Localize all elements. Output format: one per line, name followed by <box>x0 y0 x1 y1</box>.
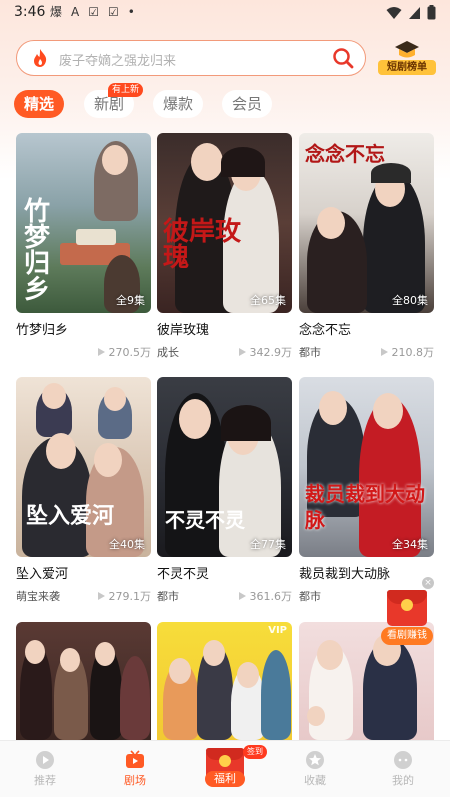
episode-count: 全40集 <box>109 538 145 551</box>
episode-count: 全65集 <box>250 294 286 307</box>
coin-icon <box>219 755 231 767</box>
tab-featured[interactable]: 精选 <box>14 90 64 118</box>
view-count-value: 210.8万 <box>391 346 435 359</box>
view-count: 210.8万 <box>380 344 435 360</box>
view-count: 279.1万 <box>97 588 152 604</box>
tab-vip[interactable]: 会员 <box>222 90 272 118</box>
search-input[interactable]: 废子夺嫡之强龙归来 <box>59 50 176 69</box>
view-count-value: 270.5万 <box>108 346 152 359</box>
drama-title[interactable]: 裁员裁到大动脉 <box>299 563 390 582</box>
nav-label: 我的 <box>392 774 414 787</box>
episode-count: 全34集 <box>392 538 428 551</box>
drama-card[interactable]: 竹梦归乡 全9集 竹梦归乡 270.5万 <box>16 133 152 360</box>
drama-title[interactable]: 竹梦归乡 <box>16 319 68 338</box>
drama-poster[interactable]: 裁员裁到大动脉 全34集 <box>299 377 434 557</box>
drama-tag: 萌宝来袭 <box>16 590 60 603</box>
checkin-badge: 签到 <box>243 745 267 759</box>
system-icons <box>386 5 436 20</box>
drama-ranking-label: 短剧榜单 <box>378 60 436 75</box>
drama-poster[interactable]: 竹梦归乡 全9集 <box>16 133 151 313</box>
view-count-value: 342.9万 <box>249 346 293 359</box>
drama-poster[interactable] <box>16 622 151 740</box>
drama-poster[interactable]: 不灵不灵 全77集 <box>157 377 292 557</box>
red-envelope-icon[interactable] <box>387 590 427 626</box>
drama-poster[interactable]: VIP <box>157 622 292 740</box>
poster-title: 竹梦归乡 <box>24 197 51 305</box>
nav-label: 收藏 <box>304 774 326 787</box>
status-time: 3:46 <box>14 4 46 20</box>
drama-title[interactable]: 彼岸玫瑰 <box>157 319 209 338</box>
nav-welfare[interactable]: 福利 <box>205 771 245 787</box>
notification-icon: A <box>71 5 80 19</box>
tv-icon <box>126 750 144 768</box>
drama-card[interactable]: 念念不忘 全80集 念念不忘 都市 210.8万 <box>299 133 435 360</box>
new-drama-badge: 有上新 <box>108 83 144 97</box>
nav-label: 推荐 <box>34 774 56 787</box>
drama-title[interactable]: 坠入爱河 <box>16 563 68 582</box>
search-icon[interactable] <box>332 47 354 69</box>
drama-card[interactable]: 彼岸玫瑰 全65集 彼岸玫瑰 成长 342.9万 <box>157 133 293 360</box>
notification-icon: ☑ <box>108 5 119 19</box>
drama-card[interactable]: 裁员裁到大动脉 全34集 裁员裁到大动脉 都市 <box>299 377 434 603</box>
nav-recommend[interactable]: 推荐 <box>5 741 85 797</box>
drama-card[interactable]: 不灵不灵 全77集 不灵不灵 都市 361.6万 <box>157 377 293 604</box>
notification-icon: • <box>127 5 135 19</box>
view-count-value: 279.1万 <box>108 590 152 603</box>
play-circle-icon <box>36 751 54 769</box>
watch-earn-button[interactable]: 看剧赚钱 <box>381 627 433 645</box>
drama-card[interactable]: VIP <box>157 622 292 740</box>
nav-profile[interactable]: 我的 <box>363 741 443 797</box>
drama-tag: 都市 <box>157 590 179 603</box>
status-bar: 3:46 爆 A ☑ ☑ • <box>0 0 450 26</box>
poster-title: 念念不忘 <box>305 142 385 166</box>
drama-tag: 都市 <box>299 346 321 359</box>
drama-title[interactable]: 不灵不灵 <box>157 563 209 582</box>
notification-icon: ☑ <box>88 5 99 19</box>
drama-title[interactable]: 念念不忘 <box>299 319 351 338</box>
poster-title: 坠入爱河 <box>26 503 115 529</box>
drama-card[interactable] <box>16 622 151 740</box>
close-icon[interactable]: × <box>422 577 434 589</box>
play-count-icon <box>97 348 105 356</box>
wifi-icon <box>386 6 402 19</box>
poster-title: 不灵不灵 <box>165 508 245 532</box>
drama-tag: 都市 <box>299 590 321 603</box>
tab-hot[interactable]: 爆款 <box>153 90 203 118</box>
view-count-value: 361.6万 <box>249 590 293 603</box>
battery-icon <box>427 5 436 20</box>
coin-icon <box>401 599 413 611</box>
graduation-cap-icon <box>395 41 419 58</box>
search-bar[interactable]: 废子夺嫡之强龙归来 <box>16 40 366 76</box>
signal-icon <box>409 6 420 19</box>
nav-label: 剧场 <box>124 774 146 787</box>
flame-icon <box>34 49 47 67</box>
play-count-icon <box>97 592 105 600</box>
view-count: 342.9万 <box>238 344 293 360</box>
episode-count: 全77集 <box>250 538 286 551</box>
notification-icons: 爆 A ☑ ☑ • <box>50 5 135 19</box>
play-count-icon <box>238 592 246 600</box>
poster-title: 裁员裁到大动脉 <box>305 482 425 532</box>
episode-count: 全9集 <box>116 294 145 307</box>
profile-icon <box>394 751 412 769</box>
drama-ranking-button[interactable]: 短剧榜单 <box>378 40 436 76</box>
drama-poster[interactable]: 念念不忘 全80集 <box>299 133 434 313</box>
drama-card[interactable]: 坠入爱河 全40集 坠入爱河 萌宝来袭 279.1万 <box>16 377 152 604</box>
drama-tag: 成长 <box>157 346 179 359</box>
notification-icon: 爆 <box>50 5 63 19</box>
nav-favorites[interactable]: 收藏 <box>275 741 355 797</box>
play-count-icon <box>380 348 388 356</box>
vip-badge: VIP <box>268 625 287 636</box>
nav-theater[interactable]: 剧场 <box>95 741 175 797</box>
drama-poster[interactable]: 坠入爱河 全40集 <box>16 377 151 557</box>
episode-count: 全80集 <box>392 294 428 307</box>
star-icon <box>306 751 324 769</box>
view-count: 270.5万 <box>97 344 152 360</box>
drama-poster[interactable]: 彼岸玫瑰 全65集 <box>157 133 292 313</box>
poster-title: 彼岸玫瑰 <box>163 217 242 273</box>
play-count-icon <box>238 348 246 356</box>
view-count: 361.6万 <box>238 588 293 604</box>
